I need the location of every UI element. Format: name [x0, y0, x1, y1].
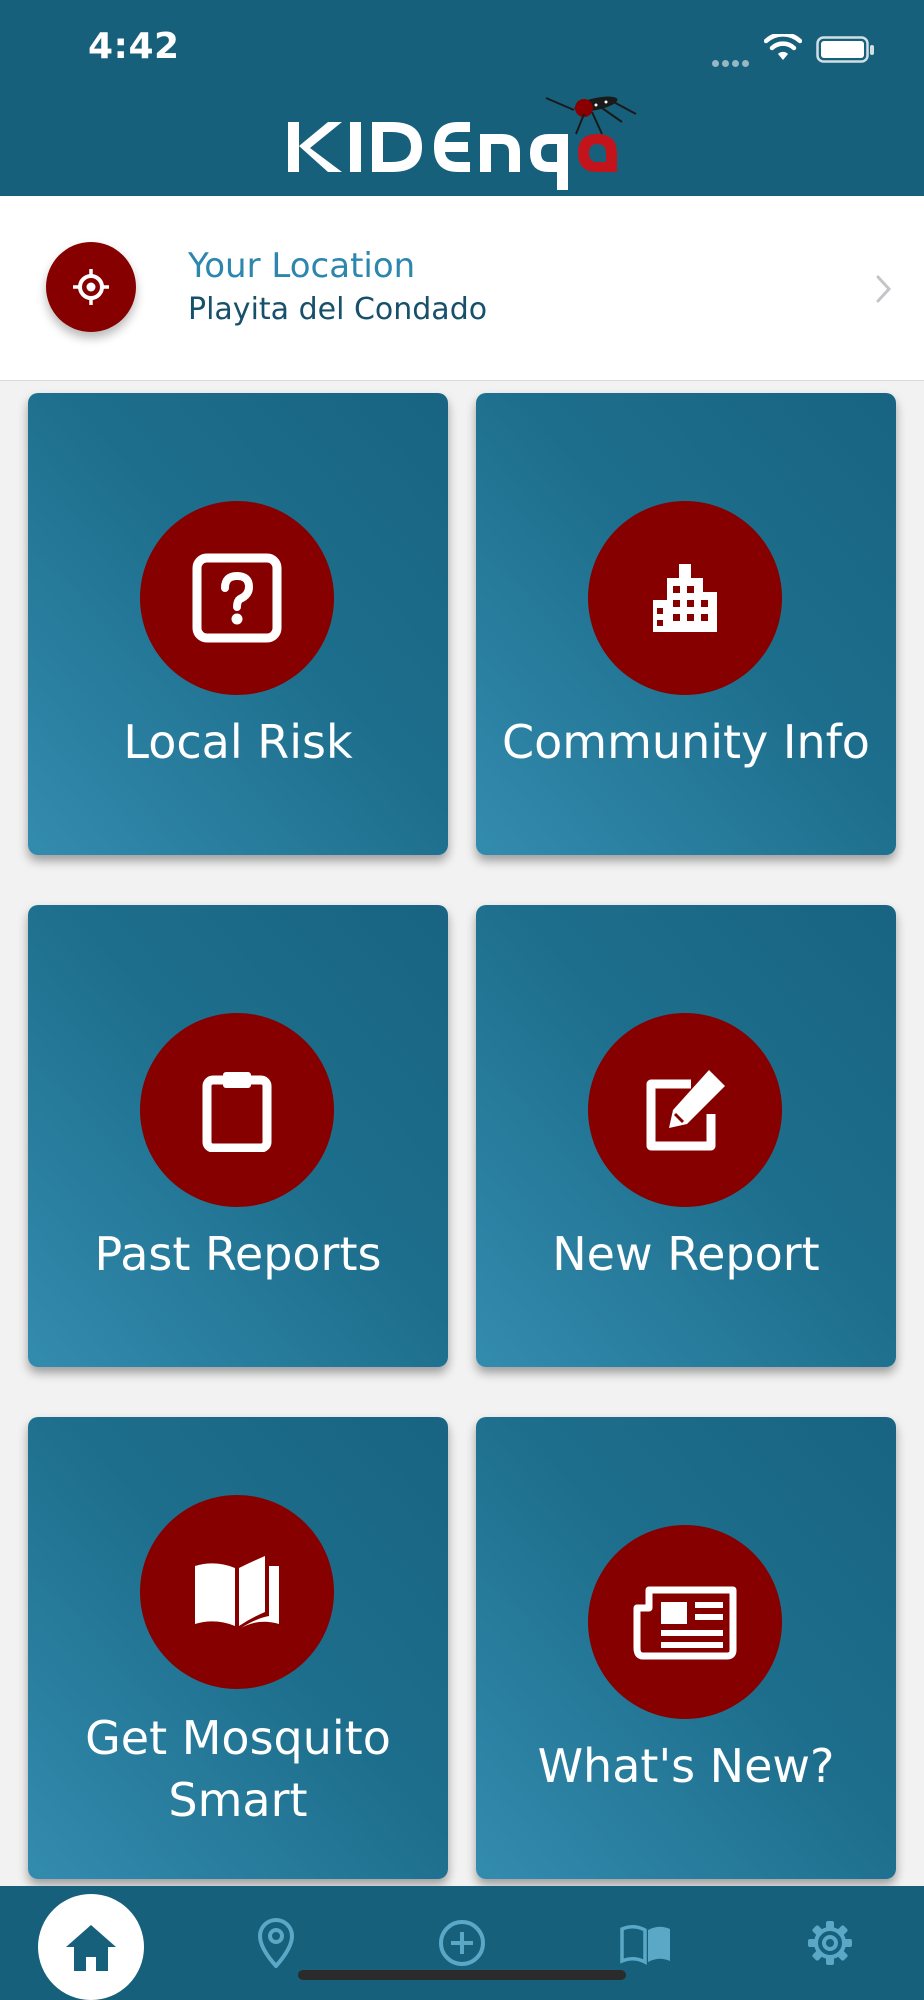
tab-home[interactable]	[38, 1894, 144, 2000]
location-name: Playita del Condado	[188, 292, 488, 327]
clipboard-icon	[202, 1072, 272, 1152]
tile-icon-circle	[140, 1013, 334, 1207]
tile-label: Community Info	[502, 715, 870, 769]
crosshair-icon	[73, 269, 109, 305]
cellular-signal-icon	[712, 52, 752, 71]
location-badge	[46, 242, 136, 332]
gear-icon	[808, 1921, 852, 1965]
tile-icon-circle	[140, 501, 334, 695]
tile-whats-new[interactable]: What's New?	[476, 1417, 896, 1879]
tile-label: Past Reports	[94, 1227, 382, 1281]
tile-icon-circle	[588, 1013, 782, 1207]
location-selector[interactable]: Your Location Playita del Condado	[0, 196, 924, 381]
battery-icon	[816, 36, 874, 63]
book-icon	[620, 1925, 670, 1965]
tab-new-report[interactable]	[422, 1886, 502, 2000]
tile-label: New Report	[552, 1227, 820, 1281]
tab-map[interactable]	[236, 1886, 316, 2000]
book-icon	[195, 1556, 279, 1628]
tab-learn[interactable]	[606, 1886, 686, 2000]
wifi-icon	[764, 34, 802, 60]
question-square-icon	[192, 553, 282, 643]
tile-label: What's New?	[537, 1739, 835, 1793]
map-pin-icon	[257, 1918, 295, 1968]
tile-label: Get Mosquito Smart	[85, 1711, 391, 1827]
location-title: Your Location	[188, 246, 416, 286]
tile-local-risk[interactable]: Local Risk	[28, 393, 448, 855]
chevron-right-icon	[876, 275, 892, 303]
plus-circle-icon	[439, 1920, 485, 1966]
tile-community-info[interactable]: Community Info	[476, 393, 896, 855]
edit-icon	[646, 1070, 725, 1151]
newspaper-icon	[633, 1586, 737, 1660]
status-time: 4:42	[88, 26, 180, 67]
building-icon	[653, 564, 717, 632]
tile-icon-circle	[140, 1495, 334, 1689]
tab-settings[interactable]	[790, 1886, 870, 2000]
kidenga-logo	[288, 96, 637, 190]
tile-new-report[interactable]: New Report	[476, 905, 896, 1367]
tile-label: Local Risk	[123, 715, 353, 769]
app-header: 4:42	[0, 0, 924, 196]
home-icon	[66, 1925, 116, 1971]
tile-past-reports[interactable]: Past Reports	[28, 905, 448, 1367]
home-indicator	[298, 1970, 626, 1980]
tile-get-mosquito-smart[interactable]: Get Mosquito Smart	[28, 1417, 448, 1879]
tile-icon-circle	[588, 1525, 782, 1719]
tile-icon-circle	[588, 501, 782, 695]
mosquito-icon	[545, 96, 637, 135]
